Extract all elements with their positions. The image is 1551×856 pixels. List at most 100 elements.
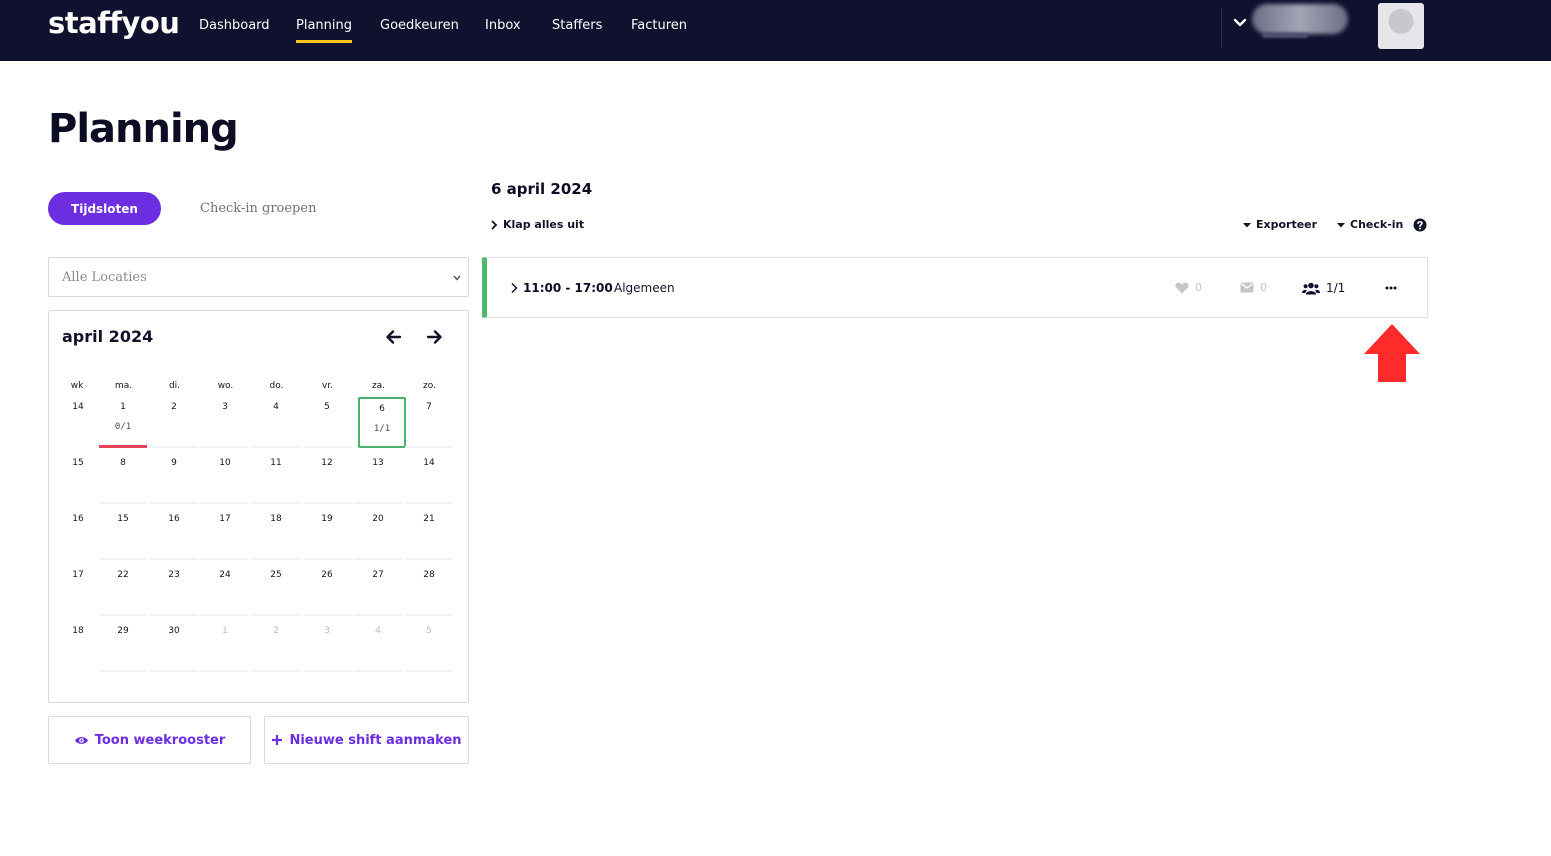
calendar-day-number: 29 [117, 626, 129, 636]
staff-count: 1/1 [1326, 281, 1346, 295]
calendar-day[interactable]: 15 [99, 509, 147, 560]
calendar-day-number: 18 [270, 514, 282, 524]
shift-card[interactable]: 11:00 - 17:00 Algemeen 0 0 1/1 [482, 257, 1428, 318]
nav-dashboard[interactable]: Dashboard [199, 18, 270, 40]
caret-down-icon [1337, 222, 1345, 227]
calendar-day-number: 20 [372, 514, 384, 524]
chevron-right-icon [491, 219, 498, 230]
avatar[interactable] [1378, 3, 1424, 49]
calendar-day: 3 [303, 621, 351, 672]
calendar-day[interactable]: 16 [150, 509, 198, 560]
calendar-day-number: 11 [270, 458, 282, 468]
calendar-day[interactable]: 1 0/1 [99, 397, 147, 448]
calendar-day[interactable]: 17 [201, 509, 249, 560]
tab-check-in-groepen[interactable]: Check-in groepen [200, 201, 316, 216]
collapse-all-button[interactable]: Klap alles uit [490, 218, 584, 231]
calendar-day[interactable]: 10 [201, 453, 249, 504]
shift-location: Algemeen [614, 281, 675, 295]
new-shift-label: Nieuwe shift aanmaken [289, 732, 462, 748]
calendar-day-number: 27 [372, 570, 384, 580]
show-week-schedule-button[interactable]: Toon weekrooster [48, 716, 251, 764]
messages-stat: 0 [1240, 281, 1267, 294]
nav-facturen[interactable]: Facturen [631, 18, 687, 40]
calendar-day[interactable]: 29 [99, 621, 147, 672]
calendar-day[interactable]: 23 [150, 565, 198, 616]
calendar-day-number: 8 [120, 458, 126, 468]
staff-stat[interactable]: 1/1 [1302, 281, 1345, 295]
calendar-day-number: 1 [222, 626, 228, 636]
help-icon[interactable] [1413, 218, 1427, 232]
arrow-left-icon[interactable] [385, 328, 403, 346]
chevron-down-icon[interactable] [1232, 14, 1248, 32]
calendar-day-number: 12 [321, 458, 333, 468]
calendar-day-number: 13 [372, 458, 384, 468]
calendar-day-number: 4 [273, 402, 279, 412]
calendar-day-selected[interactable]: 6 1/1 [358, 397, 406, 448]
calendar-week-number: 14 [72, 402, 84, 412]
calendar-day-shift-count: 1/1 [373, 424, 391, 434]
calendar-day[interactable]: 21 [405, 509, 453, 560]
calendar-day[interactable]: 28 [405, 565, 453, 616]
calendar-day-number: 17 [219, 514, 231, 524]
calendar-day[interactable]: 26 [303, 565, 351, 616]
calendar-day-number: 6 [379, 404, 385, 414]
logo[interactable]: staffyou [48, 6, 180, 40]
calendar-day[interactable]: 27 [354, 565, 402, 616]
calendar-day-number: 16 [168, 514, 180, 524]
calendar-day[interactable]: 24 [201, 565, 249, 616]
calendar-day-number: 3 [222, 402, 228, 412]
calendar-day-number: 21 [423, 514, 435, 524]
calendar-day[interactable]: 8 [99, 453, 147, 504]
nav-staffers[interactable]: Staffers [552, 18, 602, 40]
calendar-day-shift-count: 0/1 [114, 422, 132, 432]
calendar-day[interactable]: 5 [303, 397, 351, 448]
chevron-right-icon[interactable] [509, 282, 519, 294]
calendar-day-number: 24 [219, 570, 231, 580]
calendar-day[interactable]: 19 [303, 509, 351, 560]
calendar-day[interactable]: 9 [150, 453, 198, 504]
calendar-weekday-header: wk [70, 381, 84, 391]
eye-icon [74, 736, 88, 744]
calendar-week-number: 16 [72, 514, 84, 524]
calendar-day-number: 5 [324, 402, 330, 412]
nav-inbox[interactable]: Inbox [485, 18, 521, 40]
selected-day-title: 6 april 2024 [491, 180, 593, 198]
arrow-right-icon[interactable] [425, 328, 443, 346]
tab-tijdsloten[interactable]: Tijdsloten [48, 192, 161, 225]
location-select[interactable]: Alle Locaties [48, 257, 469, 297]
calendar-day-number: 30 [168, 626, 180, 636]
new-shift-button[interactable]: Nieuwe shift aanmaken [264, 716, 469, 764]
calendar-day[interactable]: 4 [252, 397, 300, 448]
calendar-day-number: 15 [117, 514, 129, 524]
check-in-dropdown[interactable]: Check-in [1337, 218, 1403, 231]
nav-goedkeuren[interactable]: Goedkeuren [380, 18, 459, 40]
calendar-day[interactable]: 2 [150, 397, 198, 448]
calendar-day: 4 [354, 621, 402, 672]
calendar-day-number: 1 [120, 402, 126, 412]
calendar-day[interactable]: 12 [303, 453, 351, 504]
annotation-arrow-up-icon [1364, 324, 1420, 382]
calendar-day[interactable]: 3 [201, 397, 249, 448]
show-week-schedule-label: Toon weekrooster [94, 732, 226, 748]
envelope-icon [1240, 282, 1254, 293]
export-dropdown[interactable]: Exporteer [1243, 218, 1317, 231]
nav-divider [1221, 8, 1222, 48]
calendar-day-number: 10 [219, 458, 231, 468]
calendar-day[interactable]: 14 [405, 453, 453, 504]
more-options-button[interactable] [1380, 279, 1402, 297]
calendar-day[interactable]: 22 [99, 565, 147, 616]
calendar-day[interactable]: 7 [405, 397, 453, 448]
calendar-day[interactable]: 25 [252, 565, 300, 616]
nav-planning[interactable]: Planning [296, 18, 352, 43]
calendar-day[interactable]: 30 [150, 621, 198, 672]
check-in-label: Check-in [1350, 218, 1404, 231]
calendar-day[interactable]: 11 [252, 453, 300, 504]
calendar-day[interactable]: 13 [354, 453, 402, 504]
calendar-day: 5 [405, 621, 453, 672]
calendar-day-number: 23 [168, 570, 180, 580]
calendar-day[interactable]: 20 [354, 509, 402, 560]
calendar-weekday-header: vr. [321, 381, 334, 391]
calendar-weekday-header: ma. [114, 381, 133, 391]
calendar-day[interactable]: 18 [252, 509, 300, 560]
user-name-blurred[interactable] [1252, 4, 1348, 34]
